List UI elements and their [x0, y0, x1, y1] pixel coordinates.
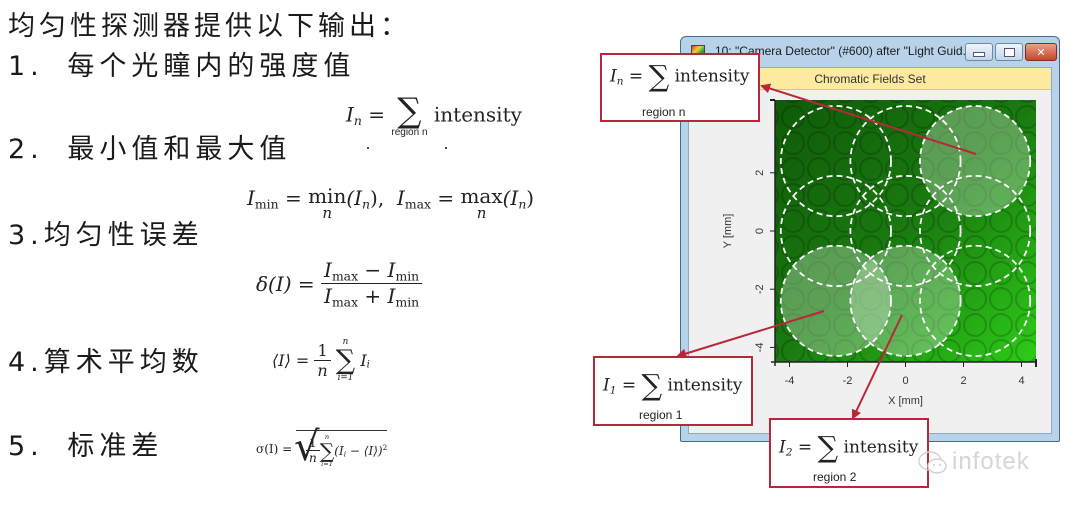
- callout-region-1: I1 = ∑ intensity region 1: [593, 356, 753, 426]
- y-tick-label: 2: [754, 170, 766, 176]
- x-axis-label: X [mm]: [888, 395, 923, 407]
- x-tick-label: 4: [1018, 375, 1024, 387]
- callout-region-2: I2 = ∑ intensity region 2: [769, 418, 929, 488]
- watermark: infotek: [952, 448, 1030, 475]
- callout-region-label: region n: [642, 105, 686, 119]
- callout-formula: I1 = ∑ intensity: [603, 368, 743, 402]
- y-tick-label: -4: [754, 343, 766, 353]
- callout-region-label: region 1: [639, 408, 683, 422]
- y-axis-label: Y [mm]: [722, 214, 734, 249]
- x-tick-label: -4: [785, 375, 795, 387]
- y-tick-label: 0: [754, 228, 766, 234]
- wechat-icon: [918, 451, 947, 474]
- callout-region-label: region 2: [813, 470, 857, 484]
- x-tick-label: 2: [960, 375, 966, 387]
- x-tick-label: 0: [902, 375, 908, 387]
- callout-formula: In = ∑ intensity: [610, 59, 750, 93]
- callout-region-n: In = ∑ intensity region n: [600, 53, 760, 122]
- intensity-plot: -4 -2 0 2 4 2 0 -2 -4 X [mm] Y [mm]: [722, 99, 1037, 407]
- y-tick-label: -2: [754, 284, 766, 294]
- callout-formula: I2 = ∑ intensity: [779, 430, 919, 464]
- x-tick-label: -2: [843, 375, 853, 387]
